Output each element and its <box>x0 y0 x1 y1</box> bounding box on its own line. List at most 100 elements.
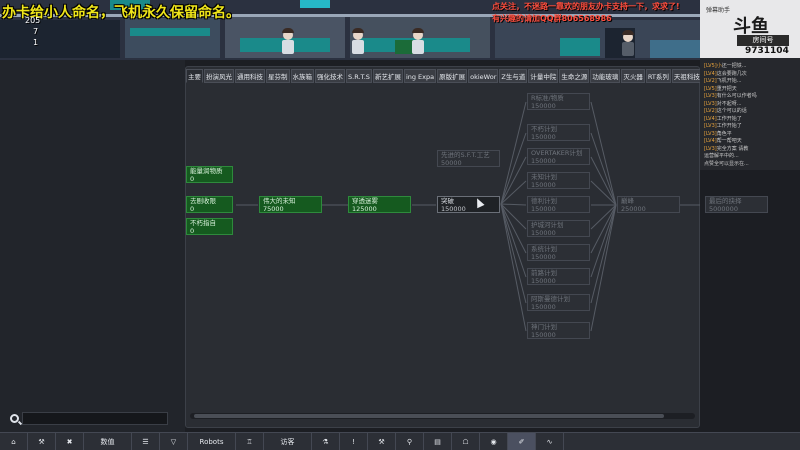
research-category-tabs: 主要 扮演风光 通用科技 星芬制 水族箱 强化技术 S.R.T.S 新艺扩展 ing Expa 原… <box>186 69 700 83</box>
bottom-toolbar: ⌂ ⚒ ✖ 数值 ☰ ▽ Robots ♖ 访客 ⚗! ⚒ ⚲ ▤ ☖ ◉ ✐ ∿ <box>0 432 800 450</box>
tab-research-category[interactable]: RT系列 <box>645 69 671 83</box>
tab-research-category[interactable]: 计量中院 <box>528 69 559 83</box>
toolbar-button[interactable]: ⚒ <box>368 433 396 450</box>
cross-tools-icon: ✖ <box>66 437 73 446</box>
toolbar-button[interactable]: ! <box>340 433 368 450</box>
toolbar-button[interactable]: ▽ <box>160 433 188 450</box>
book-icon: ▤ <box>434 437 441 446</box>
research-node[interactable]: 不朽指自 0 <box>186 218 233 235</box>
douyu-logo: 斗鱼 <box>733 16 769 37</box>
tab-research-category[interactable]: 星芬制 <box>266 69 290 83</box>
research-node-title: 最后的抉择 <box>709 197 742 205</box>
research-node[interactable]: 阿斯曼德计划 150000 <box>527 294 590 311</box>
research-node-cost: 150000 <box>531 253 556 261</box>
tab-research-category[interactable]: S.R.T.S <box>346 69 372 83</box>
chat-text: 还一把铁... <box>721 63 747 69</box>
stream-promo-text: 点关注，不迷路一靠欢的朋友办卡支持一下，求求了! 有兴趣的请加QQ群806568… <box>492 1 692 25</box>
tab-research-category[interactable]: 通用科技 <box>235 69 265 83</box>
research-node-selected[interactable]: 突破 150000 <box>437 196 500 213</box>
research-node[interactable]: 伟大的未知 75000 <box>259 196 322 213</box>
chat-text: 工作开始了 <box>716 123 742 129</box>
chat-username: [LV2] <box>704 108 717 114</box>
duplicant-sprite[interactable] <box>410 28 426 56</box>
duplicant-sprite[interactable] <box>350 28 366 56</box>
research-node-cost: 150000 <box>531 157 556 165</box>
chat-text: 运营解平中的... <box>704 153 739 159</box>
tab-research-category[interactable]: 功能玻璃 <box>590 69 621 83</box>
research-node[interactable]: 巅峰 250000 <box>617 196 680 213</box>
hammer-icon: ⚒ <box>38 437 45 446</box>
tab-research-category[interactable]: 灭火器 <box>621 69 645 83</box>
chat-username: [LV3] <box>704 130 717 137</box>
home-icon: ⌂ <box>11 437 16 446</box>
research-node[interactable]: R标准/物质 150000 <box>527 93 590 110</box>
research-node-title: 突破 <box>441 197 454 205</box>
research-node-cost: 0 <box>190 175 195 183</box>
research-tree-panel[interactable] <box>185 66 700 428</box>
search-icon[interactable] <box>10 414 19 423</box>
research-node-cost: 0 <box>190 205 195 213</box>
research-node[interactable]: 去剧收限 0 <box>186 196 233 213</box>
research-node-title: 不朽指自 <box>190 219 216 227</box>
research-node[interactable]: 德利计划 150000 <box>527 196 590 213</box>
toolbar-button-8[interactable]: 访客 <box>264 433 312 450</box>
duplicant-sprite[interactable] <box>280 28 296 56</box>
research-node-title: 能量润物质 <box>190 167 223 175</box>
toolbar-button[interactable]: ☖ <box>452 433 480 450</box>
research-node[interactable]: 穿透迷雾 125000 <box>348 196 411 213</box>
toolbar-button[interactable]: ⚒ <box>28 433 56 450</box>
magnifier-icon: ⚲ <box>406 437 413 446</box>
research-node-cost: 50000 <box>441 159 462 167</box>
tab-research-category[interactable]: okieWor <box>468 69 499 83</box>
hud-stat: 1 <box>33 38 39 47</box>
tab-research-category[interactable]: ing Expa <box>403 69 437 83</box>
tab-research-category[interactable]: 扮演风光 <box>204 69 234 83</box>
research-node-cost: 75000 <box>263 205 284 213</box>
research-node[interactable]: 不朽计划 150000 <box>527 124 590 141</box>
tree-scrollbar-thumb[interactable] <box>194 414 664 418</box>
research-search-input[interactable] <box>22 412 168 425</box>
toolbar-button[interactable]: ☰ <box>132 433 160 450</box>
toolbar-button[interactable]: ⚗ <box>312 433 340 450</box>
tab-research-category[interactable]: 新艺扩展 <box>372 69 403 83</box>
tab-research-category[interactable]: 生命之源 <box>559 69 590 83</box>
chat-text: 这个可以的话 <box>716 108 747 114</box>
research-node-title: OVERTAKER计划 <box>531 149 583 157</box>
research-node[interactable]: 未知计划 150000 <box>527 172 590 189</box>
bank-icon: ☖ <box>462 437 469 446</box>
bulb-icon: ◉ <box>490 437 497 446</box>
toolbar-button[interactable]: ∿ <box>536 433 564 450</box>
toolbar-button[interactable]: ◉ <box>480 433 508 450</box>
promo-line: 点关注，不迷路一靠欢的朋友办卡支持一下，求求了! <box>492 2 680 11</box>
tab-research-category[interactable]: 天祖科技 <box>671 69 700 83</box>
research-node[interactable]: 先进的S.F.T.工艺 50000 <box>437 150 500 167</box>
tab-research-category[interactable]: Z生与道 <box>499 69 528 83</box>
tab-research-category[interactable]: 主要 <box>186 69 203 83</box>
toolbar-button[interactable]: ▤ <box>424 433 452 450</box>
toolbar-button[interactable]: ✖ <box>56 433 84 450</box>
research-node[interactable]: OVERTAKER计划 150000 <box>527 148 590 165</box>
toolbar-button-6[interactable]: Robots <box>188 433 236 450</box>
tab-research-category[interactable]: 原版扩展 <box>437 69 468 83</box>
toolbar-button[interactable]: ⚲ <box>396 433 424 450</box>
toolbar-button-3[interactable]: 数值 <box>84 433 132 450</box>
tab-research-category[interactable]: 水族箱 <box>290 69 314 83</box>
tab-research-category[interactable]: 强化技术 <box>315 69 345 83</box>
research-node-cost: 150000 <box>531 229 556 237</box>
duplicant-sprite[interactable] <box>620 30 636 58</box>
research-node[interactable]: 护城河计划 150000 <box>527 220 590 237</box>
research-node-cost: 150000 <box>531 102 556 110</box>
research-node[interactable]: 神门计划 150000 <box>527 322 590 339</box>
chat-text: 这会要跑几次 <box>716 70 747 77</box>
toolbar-button[interactable]: ⌂ <box>0 433 28 450</box>
toolbar-button[interactable]: ✐ <box>508 433 536 450</box>
stream-panel-label: 弹幕助手 <box>706 7 731 14</box>
research-node[interactable]: 系统计划 150000 <box>527 244 590 261</box>
research-node[interactable]: 能量润物质 0 <box>186 166 233 183</box>
research-node[interactable]: 最后的抉择 5000000 <box>705 196 768 213</box>
toolbar-button[interactable]: ♖ <box>236 433 264 450</box>
chat-message: [LV4]工作开始了 <box>704 115 798 122</box>
research-node[interactable]: 前路计划 150000 <box>527 268 590 285</box>
chat-message: [LV5]重开把天 <box>704 85 798 92</box>
flask-icon: ⚗ <box>322 437 329 446</box>
